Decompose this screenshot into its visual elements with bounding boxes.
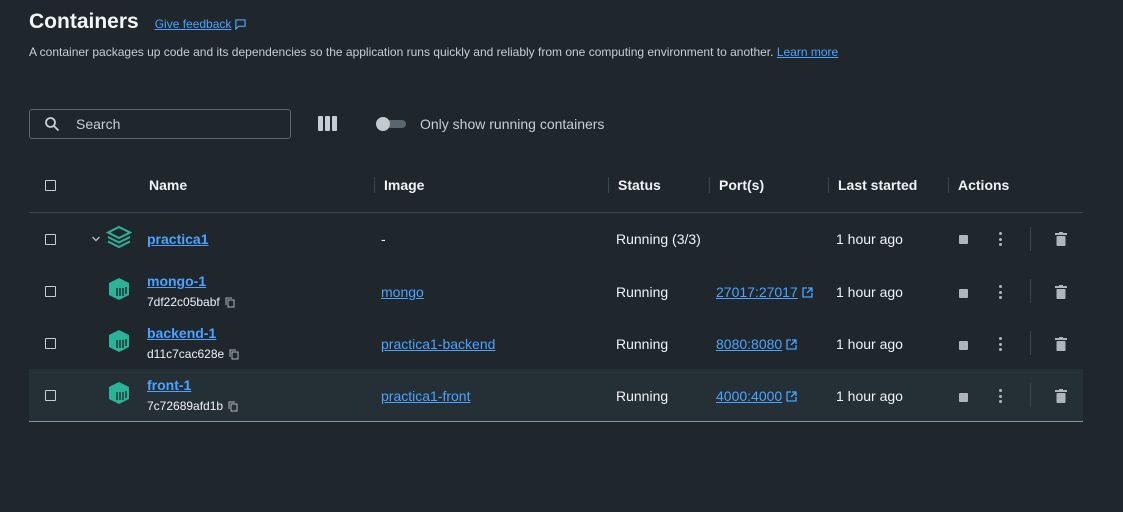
feedback-icon — [235, 18, 247, 30]
trash-icon[interactable] — [1055, 389, 1067, 403]
copy-icon[interactable] — [228, 401, 238, 412]
stop-icon[interactable] — [959, 393, 968, 402]
column-ports[interactable]: Port(s) — [719, 177, 764, 193]
external-link-icon — [802, 286, 813, 298]
table-row[interactable]: front-1 7c72689afd1b practica1-front Run… — [29, 369, 1083, 422]
trash-icon[interactable] — [1055, 337, 1067, 351]
container-name-link[interactable]: backend-1 — [147, 325, 216, 341]
row-checkbox[interactable] — [45, 390, 56, 401]
toggle-label: Only show running containers — [420, 116, 605, 132]
trash-icon[interactable] — [1055, 232, 1067, 246]
group-status: Running (3/3) — [616, 231, 701, 247]
more-icon[interactable] — [998, 232, 1002, 246]
port-link[interactable]: 27017:27017 — [716, 284, 813, 300]
trash-icon[interactable] — [1055, 285, 1067, 299]
container-id: d11c7cac628e — [147, 347, 239, 361]
table-row[interactable]: mongo-1 7df22c05babf mongo Running 27017… — [29, 265, 1083, 317]
table-header: Name Image Status Port(s) Last started A… — [29, 160, 1083, 213]
search-input[interactable] — [74, 115, 278, 133]
copy-icon[interactable] — [225, 297, 235, 308]
stack-icon — [106, 225, 132, 249]
last-started: 1 hour ago — [836, 284, 903, 300]
stop-icon[interactable] — [959, 341, 968, 350]
container-icon — [109, 382, 129, 404]
container-name-link[interactable]: mongo-1 — [147, 273, 206, 289]
last-started: 1 hour ago — [836, 388, 903, 404]
stop-icon[interactable] — [959, 235, 968, 244]
copy-icon[interactable] — [229, 349, 239, 360]
container-icon — [109, 278, 129, 300]
row-checkbox[interactable] — [45, 286, 56, 297]
row-checkbox[interactable] — [45, 234, 56, 245]
chevron-down-icon[interactable] — [91, 234, 101, 244]
search-icon — [45, 117, 60, 132]
column-status[interactable]: Status — [618, 177, 661, 193]
more-icon[interactable] — [998, 285, 1002, 299]
external-link-icon — [786, 338, 797, 350]
table-row-group[interactable]: practica1 - Running (3/3) 1 hour ago — [29, 213, 1083, 265]
column-actions: Actions — [958, 177, 1010, 193]
group-last-started: 1 hour ago — [836, 231, 903, 247]
image-link[interactable]: practica1-front — [381, 388, 470, 404]
column-last-started[interactable]: Last started — [838, 177, 917, 193]
stop-icon[interactable] — [959, 289, 968, 298]
container-id: 7c72689afd1b — [147, 399, 238, 413]
columns-icon[interactable] — [318, 116, 338, 132]
page-header: Containers Give feedback — [29, 10, 247, 34]
select-all-checkbox[interactable] — [45, 180, 56, 191]
container-name-link[interactable]: front-1 — [147, 377, 191, 393]
more-icon[interactable] — [998, 389, 1002, 403]
column-image[interactable]: Image — [384, 177, 424, 193]
containers-table: Name Image Status Port(s) Last started A… — [29, 160, 1083, 422]
column-name[interactable]: Name — [149, 177, 187, 193]
container-id: 7df22c05babf — [147, 295, 235, 309]
group-name-link[interactable]: practica1 — [147, 231, 208, 247]
running-only-toggle[interactable] — [376, 117, 406, 131]
container-status: Running — [616, 388, 669, 404]
row-checkbox[interactable] — [45, 338, 56, 349]
table-row[interactable]: backend-1 d11c7cac628e practica1-backend… — [29, 317, 1083, 369]
page-title: Containers — [29, 10, 139, 33]
give-feedback-link[interactable]: Give feedback — [155, 17, 247, 31]
learn-more-link[interactable]: Learn more — [777, 45, 838, 59]
port-link[interactable]: 8080:8080 — [716, 336, 797, 352]
group-image: - — [381, 231, 386, 247]
image-link[interactable]: practica1-backend — [381, 336, 495, 352]
page-description: A container packages up code and its dep… — [29, 45, 839, 59]
container-icon — [109, 330, 129, 352]
search-field[interactable] — [29, 109, 291, 139]
external-link-icon — [786, 390, 797, 402]
image-link[interactable]: mongo — [381, 284, 424, 300]
container-status: Running — [616, 336, 669, 352]
last-started: 1 hour ago — [836, 336, 903, 352]
more-icon[interactable] — [998, 337, 1002, 351]
port-link[interactable]: 4000:4000 — [716, 388, 797, 404]
container-status: Running — [616, 284, 669, 300]
